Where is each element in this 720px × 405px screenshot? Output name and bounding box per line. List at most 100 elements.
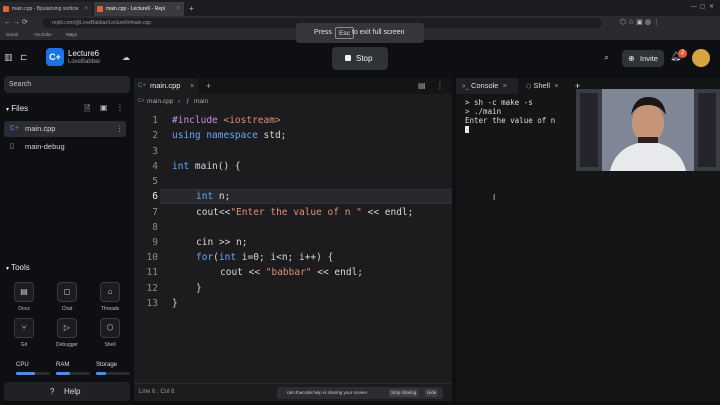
search-icon[interactable]: ⌕: [604, 52, 609, 63]
avatar[interactable]: [692, 49, 710, 67]
split-pane-icon[interactable]: ▤: [418, 78, 426, 94]
more-options-icon[interactable]: ⋮: [116, 103, 124, 112]
file-item-main-cpp[interactable]: C+ main.cpp ⋮: [4, 121, 126, 137]
tool-debugger[interactable]: ▷ Debugger: [49, 318, 85, 348]
cpp-file-icon: C+: [138, 98, 145, 104]
tab-console[interactable]: >_ Console ×: [462, 78, 507, 94]
tool-chat[interactable]: ◻ Chat: [49, 282, 85, 312]
bookmark-gmail[interactable]: Gmail: [6, 32, 18, 37]
repl-name[interactable]: Lecture6: [68, 49, 99, 58]
line-number: 13: [146, 298, 158, 309]
close-icon[interactable]: ×: [552, 81, 558, 90]
repl-owner[interactable]: LoveBabbar: [68, 59, 100, 65]
console-line: > ./main: [465, 107, 502, 116]
line-number: 6: [152, 191, 158, 202]
tool-docs[interactable]: ▤ Docs: [6, 282, 42, 312]
new-tab-button[interactable]: +: [206, 78, 211, 94]
file-name: main.cpp: [25, 124, 56, 133]
code-token: << endl;: [311, 267, 364, 278]
tool-shell[interactable]: ⬡ Shell: [92, 318, 128, 348]
line-number: 3: [152, 146, 158, 157]
stop-button[interactable]: Stop: [332, 47, 388, 70]
help-button[interactable]: ? Help: [4, 382, 130, 401]
shell-icon: ⬡: [526, 84, 532, 90]
stop-label: Stop: [356, 54, 373, 63]
editor-tab-bar: C+ main.cpp × + ▤ ⋮: [134, 78, 452, 94]
code-token: i=0; i<n; i++) {: [236, 252, 334, 263]
help-label: Help: [64, 387, 81, 396]
help-icon: ?: [50, 387, 55, 396]
repl-menu-icon[interactable]: ⊏: [20, 52, 28, 63]
line-number: 7: [152, 207, 158, 218]
nav-arrows-icon[interactable]: ← → ⟳: [4, 18, 28, 26]
ram-label: RAM: [56, 362, 70, 368]
debugger-icon: ▷: [57, 318, 77, 338]
code-token: int: [218, 252, 237, 263]
storage-label: Storage: [96, 362, 118, 368]
toast-text: Press: [314, 29, 332, 36]
new-file-icon[interactable]: 🗎︎: [84, 103, 90, 117]
cloud-icon: ☁: [122, 53, 130, 62]
new-tab-button[interactable]: +: [186, 2, 198, 16]
close-icon[interactable]: ×: [176, 2, 180, 16]
tool-git[interactable]: ⑂ Git: [6, 318, 42, 348]
fullscreen-toast: Press Esc to exit full screen: [296, 23, 424, 43]
tool-label: Docs: [18, 306, 30, 312]
webcam-overlay: [576, 89, 720, 171]
console-line: Enter the value of n: [465, 116, 556, 125]
files-title-label: Files: [11, 104, 29, 113]
new-folder-icon[interactable]: ▣: [100, 103, 108, 112]
code-line-9: cin >> n;: [196, 237, 248, 248]
cpu-meter-fill: [16, 372, 35, 375]
code-token: int: [196, 191, 214, 202]
search-placeholder: Search: [9, 81, 32, 88]
cpp-file-icon: C+: [138, 83, 146, 89]
code-line-7: cout<<"Enter the value of n " << endl;: [196, 207, 413, 218]
stop-icon: [345, 55, 351, 61]
sidebar-toggle-icon[interactable]: ▥: [4, 52, 13, 63]
code-editor[interactable]: [134, 78, 452, 401]
tool-threads[interactable]: ⌂ Threads: [92, 282, 128, 312]
code-token: std;: [257, 130, 287, 141]
stop-sharing-button[interactable]: Stop sharing: [389, 389, 419, 397]
tab-label: main.cpp: [150, 81, 181, 90]
close-icon[interactable]: ×: [501, 81, 507, 90]
browser-tab-2[interactable]: main.cpp - Lecture6 - Repl ×: [94, 2, 184, 16]
line-number: 8: [152, 222, 158, 233]
code-token: #include: [172, 115, 218, 126]
breadcrumb-file[interactable]: main.cpp: [147, 98, 173, 105]
browser-tab-label: main.cpp - Bpularising sorticw: [12, 6, 79, 12]
console-line: > sh -c make -s: [465, 98, 533, 107]
browser-toolbar-icons[interactable]: ⬡ ☆ ▣ ◍ ⋮: [620, 18, 660, 26]
files-section-title[interactable]: ▾ Files: [6, 104, 28, 113]
invite-button[interactable]: ⊕ Invite: [622, 50, 664, 67]
tool-label: Shell: [104, 342, 116, 348]
hide-button[interactable]: Hide: [425, 389, 439, 397]
file-options-icon[interactable]: ⋮: [116, 121, 124, 137]
close-icon[interactable]: ×: [190, 78, 194, 94]
tab-main-cpp[interactable]: C+ main.cpp ×: [134, 78, 198, 94]
bookmark-youtube[interactable]: YouTube: [34, 32, 52, 37]
terminal-cursor: [465, 126, 469, 133]
code-token: n;: [213, 191, 231, 202]
cpu-label: CPU: [16, 362, 29, 368]
tab-shell[interactable]: ⬡ Shell ×: [526, 78, 559, 94]
browser-tab-1[interactable]: main.cpp - Bpularising sorticw ×: [0, 2, 92, 16]
pane-options-icon[interactable]: ⋮: [436, 78, 444, 94]
file-item-main-debug[interactable]: ▯ main-debug: [4, 139, 126, 155]
tool-label: Debugger: [56, 342, 78, 348]
bookmark-maps[interactable]: Maps: [66, 32, 77, 37]
notification-badge: 2: [678, 49, 687, 58]
breadcrumb-symbol[interactable]: main: [194, 98, 208, 105]
close-icon[interactable]: ×: [84, 2, 88, 16]
line-number: 9: [152, 237, 158, 248]
code-token: cout<<: [196, 207, 231, 218]
browser-tab-label: main.cpp - Lecture6 - Repl: [106, 6, 165, 12]
language-logo: C+: [46, 48, 64, 66]
search-input[interactable]: Search: [4, 76, 130, 93]
code-token: << endl;: [361, 207, 414, 218]
tool-label: Git: [20, 342, 28, 348]
tool-label: Chat: [61, 306, 73, 312]
window-controls[interactable]: — ▢ ✕: [691, 3, 714, 10]
tools-section-title[interactable]: ▾ Tools: [6, 263, 30, 272]
